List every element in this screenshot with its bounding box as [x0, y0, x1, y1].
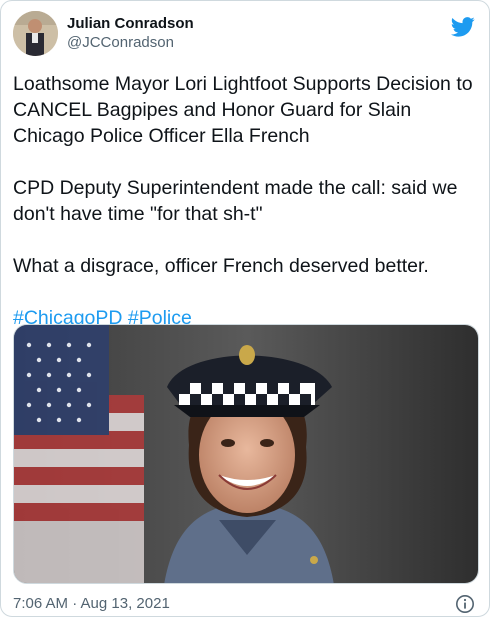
- tweet-timestamp[interactable]: 7:06 AM · Aug 13, 2021: [13, 595, 170, 612]
- author-avatar[interactable]: [13, 11, 58, 56]
- tweet-card: Julian Conradson @JCConradson Loathsome …: [0, 0, 490, 617]
- info-icon[interactable]: [455, 594, 475, 614]
- tweet-text: Loathsome Mayor Lori Lightfoot Supports …: [13, 71, 478, 331]
- author-names: Julian Conradson @JCConradson: [67, 15, 194, 53]
- tweet-footer: 7:06 AM · Aug 13, 2021: [13, 594, 481, 614]
- twitter-bird-icon[interactable]: [451, 17, 475, 37]
- tweet-photo[interactable]: [13, 324, 479, 584]
- author-display-name[interactable]: Julian Conradson: [67, 15, 194, 33]
- tweet-header: Julian Conradson @JCConradson: [13, 11, 481, 59]
- author-handle[interactable]: @JCConradson: [67, 33, 194, 53]
- tweet-paragraph-3: What a disgrace, officer French deserved…: [13, 255, 429, 277]
- tweet-paragraph-2: CPD Deputy Superintendent made the call:…: [13, 177, 458, 225]
- tweet-paragraph-1: Loathsome Mayor Lori Lightfoot Supports …: [13, 73, 473, 147]
